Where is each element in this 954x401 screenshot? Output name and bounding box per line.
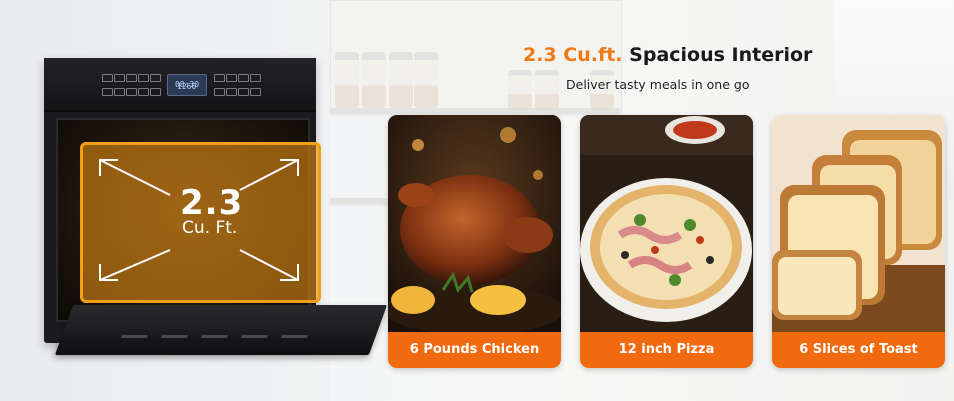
oven-door xyxy=(54,305,388,355)
capacity-value: 2.3 xyxy=(180,183,244,223)
feature-title: 2.3 Cu.ft. Spacious Interior xyxy=(523,44,812,66)
feature-subtitle: Deliver tasty meals in one go xyxy=(566,77,750,92)
card-label: 6 Pounds Chicken xyxy=(388,332,561,368)
card-label: 12 inch Pizza xyxy=(580,332,753,368)
door-vent xyxy=(281,335,309,338)
capacity-card-pizza: 12 inch Pizza xyxy=(580,115,753,368)
capacity-unit: Cu. Ft. xyxy=(182,218,238,238)
card-label: 6 Slices of Toast xyxy=(772,332,945,368)
feature-title-rest: Spacious Interior xyxy=(629,44,813,66)
feature-title-accent: 2.3 Cu.ft. xyxy=(523,44,623,66)
product-banner: 08:30 1260 2.3 Cu. Ft. 2.3 Cu.ft. Spacio… xyxy=(0,0,954,401)
door-vent xyxy=(201,335,229,338)
roast-chicken-image xyxy=(388,115,561,333)
door-vent xyxy=(241,335,269,338)
capacity-card-chicken: 6 Pounds Chicken xyxy=(388,115,561,368)
door-vent xyxy=(121,335,149,338)
door-vent xyxy=(161,335,189,338)
capacity-card-toast: 6 Slices of Toast xyxy=(772,115,945,368)
bread-loaf-image xyxy=(772,115,945,333)
pizza-image xyxy=(580,115,753,333)
